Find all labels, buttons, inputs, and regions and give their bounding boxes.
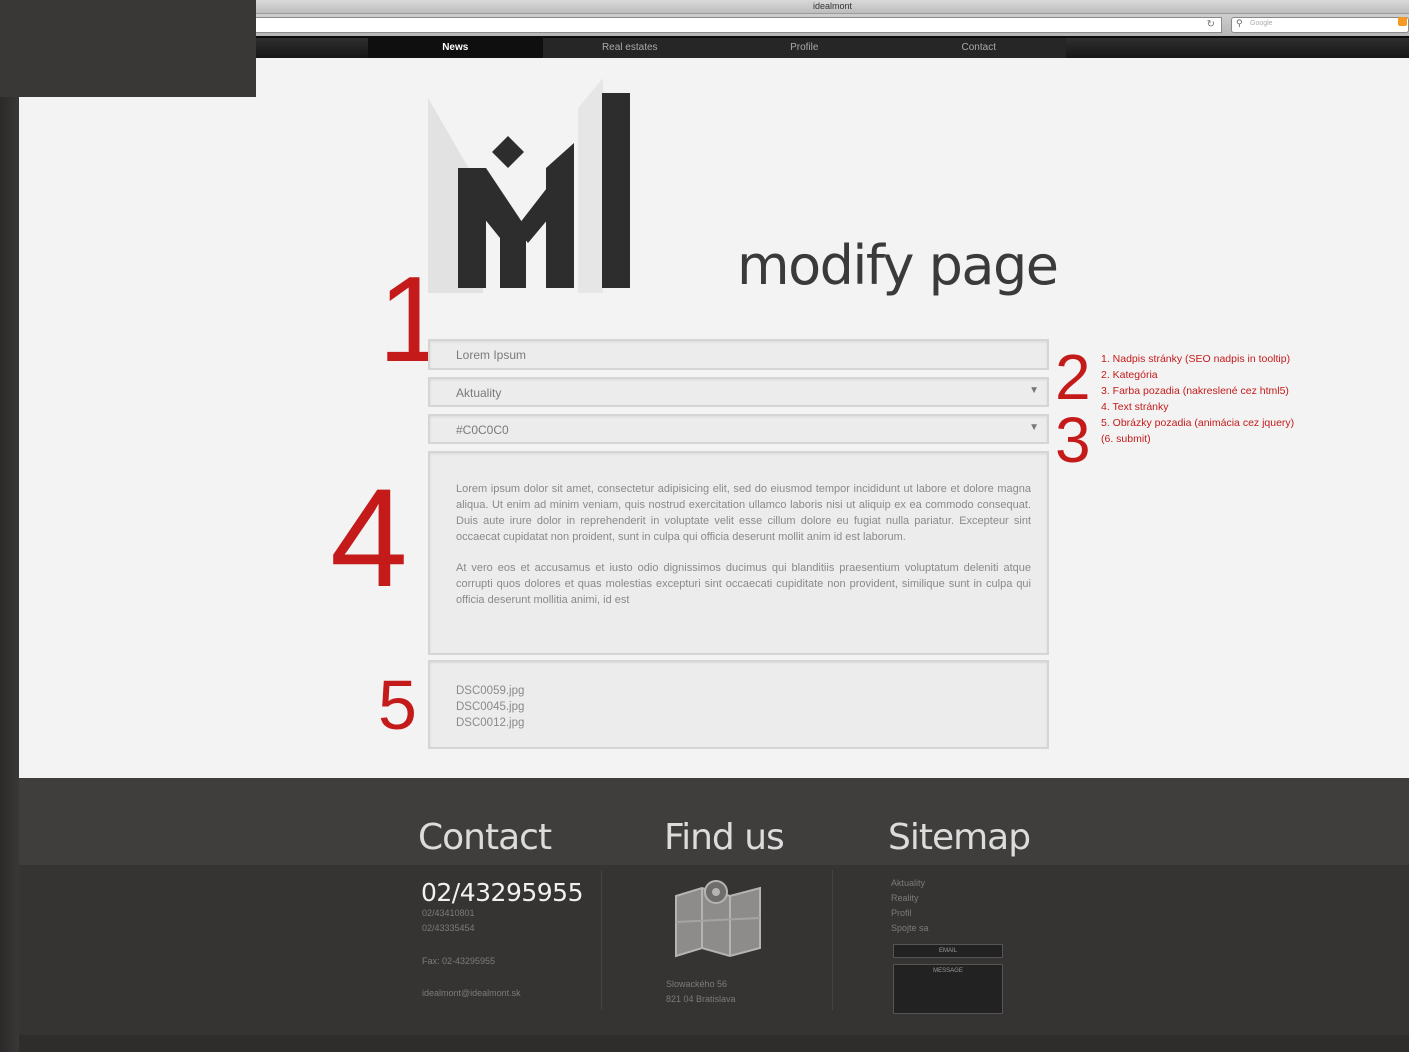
browser-titlebar: idealmont	[256, 0, 1409, 14]
legend-item: 2. Kategória	[1101, 369, 1158, 381]
text-paragraph: At vero eos et accusamus et iusto odio d…	[456, 562, 1031, 606]
sitemap-link-reality[interactable]: Reality	[891, 891, 929, 906]
nav-item-profile[interactable]: Profile	[717, 38, 892, 58]
background-color-select[interactable]: #C0C0C0 ▼	[428, 414, 1049, 444]
image-file-item[interactable]: DSC0059.jpg	[456, 683, 524, 699]
nav-menu: News Real estates Profile Contact	[368, 38, 1066, 58]
category-select[interactable]: Aktuality ▼	[428, 377, 1049, 407]
browser-search-input[interactable]: ⚲ Google	[1231, 17, 1409, 33]
footer-bottom	[19, 1035, 1409, 1052]
page-title: modify page	[737, 234, 1059, 297]
address-line: 821 04 Bratislava	[666, 994, 736, 1004]
footer-contact-form: EMAIL MESSAGE	[893, 944, 1003, 1014]
legend-item: (6. submit)	[1101, 433, 1151, 445]
step-number-2: 2	[1055, 341, 1091, 413]
annotation-legend: 1. Nadpis stránky (SEO nadpis in tooltip…	[1101, 351, 1294, 447]
step-number-5: 5	[378, 666, 417, 744]
alt-phone[interactable]: 02/43335454	[422, 921, 475, 936]
legend-item: 5. Obrázky pozadia (animácia cez jquery)	[1101, 417, 1295, 429]
legend-item: 1. Nadpis stránky (SEO nadpis in tooltip…	[1101, 353, 1291, 365]
background-images-list[interactable]: DSC0059.jpg DSC0045.jpg DSC0012.jpg	[428, 660, 1049, 749]
idealmont-logo	[428, 78, 630, 293]
image-file-item[interactable]: DSC0045.jpg	[456, 699, 524, 715]
footer-contact-heading: Contact	[418, 817, 552, 858]
nav-item-contact[interactable]: Contact	[892, 38, 1067, 58]
page-title-input-value: Lorem Ipsum	[456, 348, 527, 362]
page-text-textarea[interactable]: Lorem ipsum dolor sit amet, consectetur …	[428, 451, 1049, 655]
footer-message-textarea[interactable]: MESSAGE	[893, 964, 1003, 1014]
nav-item-news[interactable]: News	[368, 38, 543, 58]
nav-item-real-estates[interactable]: Real estates	[543, 38, 718, 58]
page-title-input[interactable]: Lorem Ipsum	[428, 339, 1049, 370]
alt-phone-numbers: 02/43410801 02/43335454	[422, 906, 475, 936]
footer-divider	[601, 870, 602, 1010]
browser-window-title: idealmont	[812, 1, 853, 11]
rss-icon[interactable]	[1398, 17, 1407, 26]
address: Slowackého 56 821 04 Bratislava	[666, 977, 736, 1007]
contact-email-link[interactable]: idealmont@idealmont.sk	[422, 986, 521, 1001]
sitemap-link-spojte-sa[interactable]: Spojte sa	[891, 921, 929, 936]
text-paragraph: Lorem ipsum dolor sit amet, consectetur …	[456, 483, 1031, 543]
image-file-item[interactable]: DSC0012.jpg	[456, 715, 524, 731]
footer-email-input[interactable]: EMAIL	[893, 944, 1003, 958]
address-bar[interactable]: ↻	[256, 17, 1222, 33]
sitemap-links: Aktuality Reality Profil Spojte sa	[891, 876, 929, 936]
image-file-list: DSC0059.jpg DSC0045.jpg DSC0012.jpg	[456, 683, 524, 731]
step-number-4: 4	[330, 459, 408, 616]
background-corner	[0, 0, 258, 97]
address-line: Slowackého 56	[666, 979, 728, 989]
main-phone-number[interactable]: 02/43295955	[421, 878, 583, 907]
reload-icon[interactable]: ↻	[1207, 19, 1215, 31]
sitemap-link-profil[interactable]: Profil	[891, 906, 929, 921]
site-navigation: News Real estates Profile Contact	[256, 36, 1409, 58]
map-icon[interactable]	[672, 878, 764, 958]
chevron-down-icon[interactable]: ▼	[1029, 385, 1039, 396]
background-color-value: #C0C0C0	[456, 423, 509, 437]
legend-item: 4. Text stránky	[1101, 401, 1169, 413]
footer-findus-heading: Find us	[664, 817, 785, 858]
alt-phone[interactable]: 02/43410801	[422, 906, 475, 921]
footer-sitemap-heading: Sitemap	[888, 817, 1031, 858]
search-icon: ⚲	[1236, 19, 1243, 29]
search-placeholder: Google	[1250, 20, 1273, 27]
footer-divider	[832, 870, 833, 1010]
chevron-down-icon[interactable]: ▼	[1029, 422, 1039, 433]
category-select-value: Aktuality	[456, 386, 502, 400]
sitemap-link-aktuality[interactable]: Aktuality	[891, 876, 929, 891]
legend-item: 3. Farba pozadia (nakreslené cez html5)	[1101, 385, 1289, 397]
fax-number: Fax: 02-43295955	[422, 956, 496, 966]
browser-toolbar: ↻ ⚲ Google	[256, 14, 1409, 36]
page-text-content: Lorem ipsum dolor sit amet, consectetur …	[456, 481, 1031, 623]
step-number-3: 3	[1055, 404, 1091, 476]
